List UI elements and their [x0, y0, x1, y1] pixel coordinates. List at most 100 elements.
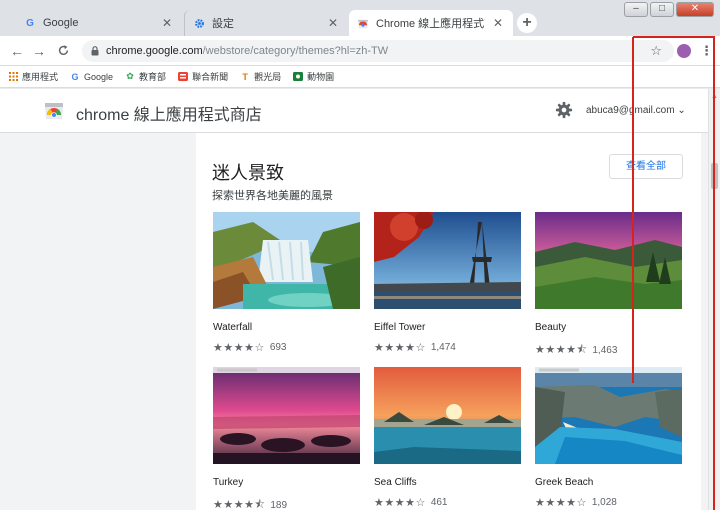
scrollbar-thumb[interactable] [711, 163, 718, 189]
tab-title: Google [43, 17, 79, 29]
rating-stars-icon: ★★★★☆ [213, 342, 265, 354]
url-host: chrome.google.com [106, 45, 203, 57]
scroll-up-arrow-icon[interactable]: ▲ [711, 93, 718, 100]
url-path: /webstore/category/themes?hl=zh-TW [202, 45, 389, 57]
theme-thumbnail [535, 212, 682, 309]
bookmark-news[interactable]: 聯合新聞 [178, 70, 228, 83]
minimize-button[interactable]: – [624, 2, 648, 17]
forward-arrow-icon[interactable]: → [30, 42, 48, 60]
tab-close-icon[interactable]: ✕ [160, 16, 174, 30]
theme-rating: ★★★★☆ 693 [213, 341, 360, 354]
theme-card-eiffel-tower[interactable]: Eiffel Tower ★★★★☆ 1,474 [374, 212, 521, 354]
tourism-icon: T [242, 71, 248, 82]
news-icon [178, 72, 189, 82]
rating-count: 1,474 [430, 342, 456, 353]
theme-card-turkey[interactable]: Turkey ★★★★⯪ 189 [213, 367, 360, 510]
browser-window: G Google ✕ 設定 ✕ Chrome 線上應用程式商店 - 主題 ✕ +… [0, 0, 720, 510]
account-email: abuca9@gmail.com [586, 105, 675, 116]
profile-avatar-icon[interactable] [677, 44, 691, 58]
section-title: 迷人景致 [212, 163, 284, 183]
settings-gear-icon [193, 17, 205, 29]
bookmark-google[interactable]: G Google [70, 71, 114, 82]
zoo-icon [293, 72, 304, 82]
browser-toolbar: ← → chrome.google.com/webstore/category/… [0, 36, 720, 66]
theme-card-beauty[interactable]: Beauty ★★★★⯪ 1,463 [535, 212, 682, 360]
bookmark-label: 動物園 [307, 72, 335, 82]
tab-strip: G Google ✕ 設定 ✕ Chrome 線上應用程式商店 - 主題 ✕ +… [0, 0, 720, 36]
bookmark-star-icon[interactable]: ☆ [650, 43, 662, 59]
bookmark-apps[interactable]: 應用程式 [8, 70, 58, 83]
theme-rating: ★★★★☆ 1,028 [535, 496, 682, 509]
store-header: chrome 線上應用程式商店 abuca9@gmail.com ⌄ [0, 89, 708, 133]
rating-stars-icon: ★★★★⯪ [535, 344, 588, 356]
bookmark-label: 應用程式 [22, 72, 59, 82]
tab-google[interactable]: G Google ✕ [16, 10, 182, 36]
rating-count: 1,028 [591, 497, 617, 508]
tab-webstore[interactable]: Chrome 線上應用程式商店 - 主題 ✕ [349, 10, 513, 36]
bookmarks-bar: 應用程式 G Google ✿ 教育部 聯合新聞 T 觀光局 動物園 [0, 66, 720, 88]
theme-rating: ★★★★⯪ 1,463 [535, 341, 682, 360]
close-window-button[interactable]: ✕ [676, 2, 714, 17]
bookmark-tourism[interactable]: T 觀光局 [240, 70, 281, 83]
theme-rating: ★★★★⯪ 189 [213, 496, 360, 510]
page-content: chrome 線上應用程式商店 abuca9@gmail.com ⌄ 迷人景致 … [0, 89, 708, 510]
google-g-icon: G [26, 17, 34, 29]
back-arrow-icon[interactable]: ← [8, 42, 26, 60]
bookmark-label: 教育部 [139, 72, 167, 82]
bookmark-zoo[interactable]: 動物園 [293, 70, 334, 83]
theme-name: Greek Beach [535, 477, 594, 488]
theme-card-sea-cliffs[interactable]: Sea Cliffs ★★★★☆ 461 [374, 367, 521, 509]
theme-thumbnail [374, 367, 521, 464]
theme-thumbnail [213, 367, 360, 464]
theme-name: Sea Cliffs [374, 477, 417, 488]
rating-stars-icon: ★★★★☆ [374, 497, 426, 509]
lock-icon [90, 46, 100, 56]
theme-card-waterfall[interactable]: Waterfall ★★★★☆ 693 [213, 212, 360, 354]
address-bar[interactable]: chrome.google.com/webstore/category/them… [82, 40, 674, 62]
rating-count: 461 [430, 497, 448, 508]
theme-name: Beauty [535, 322, 567, 333]
theme-thumbnail [374, 212, 521, 309]
tab-title: Chrome 線上應用程式商店 - 主題 [376, 18, 485, 30]
tab-settings[interactable]: 設定 ✕ [184, 10, 348, 36]
left-pane [0, 133, 190, 510]
store-title[interactable]: chrome 線上應用程式商店 [76, 101, 262, 125]
webstore-logo-icon[interactable] [44, 102, 64, 120]
account-menu[interactable]: abuca9@gmail.com ⌄ [586, 105, 686, 116]
new-tab-button[interactable]: + [517, 13, 537, 33]
tab-close-icon[interactable]: ✕ [491, 16, 505, 30]
theme-thumbnail [213, 212, 360, 309]
bookmark-label: 聯合新聞 [192, 72, 229, 82]
rating-count: 1,463 [592, 345, 618, 356]
vertical-scrollbar[interactable]: ▲ [708, 89, 720, 510]
view-all-button[interactable]: 查看全部 [609, 154, 683, 179]
bookmark-label: Google [84, 71, 114, 82]
theme-name: Waterfall [213, 322, 253, 333]
theme-rating: ★★★★☆ 461 [374, 496, 521, 509]
theme-rating: ★★★★☆ 1,474 [374, 341, 521, 354]
rating-count: 693 [269, 342, 287, 353]
rating-stars-icon: ★★★★☆ [374, 342, 426, 354]
webstore-icon [357, 17, 369, 29]
section-subtitle: 探索世界各地美麗的風景 [212, 190, 333, 202]
rating-stars-icon: ★★★★⯪ [213, 499, 266, 510]
themes-section-card: 迷人景致 探索世界各地美麗的風景 查看全部 Waterfall ★★★★☆ 69… [196, 133, 701, 510]
tab-title: 設定 [212, 18, 234, 30]
apps-grid-icon [8, 72, 18, 82]
theme-thumbnail [535, 367, 682, 464]
moe-icon: ✿ [126, 71, 134, 81]
reload-icon[interactable] [54, 42, 72, 60]
theme-name: Eiffel Tower [374, 322, 426, 333]
settings-gear-icon[interactable] [555, 101, 573, 119]
bookmark-moe[interactable]: ✿ 教育部 [125, 70, 166, 83]
rating-stars-icon: ★★★★☆ [535, 497, 587, 509]
maximize-button[interactable]: □ [650, 2, 674, 17]
bookmark-label: 觀光局 [254, 72, 282, 82]
window-controls: – □ ✕ [624, 2, 714, 17]
theme-card-greek-beach[interactable]: Greek Beach ★★★★☆ 1,028 [535, 367, 682, 509]
chevron-down-icon: ⌄ [677, 105, 686, 116]
kebab-menu-icon[interactable]: ⋮ [700, 43, 713, 59]
theme-name: Turkey [213, 477, 244, 488]
tab-close-icon[interactable]: ✕ [326, 16, 340, 30]
google-g-icon: G [71, 71, 79, 82]
